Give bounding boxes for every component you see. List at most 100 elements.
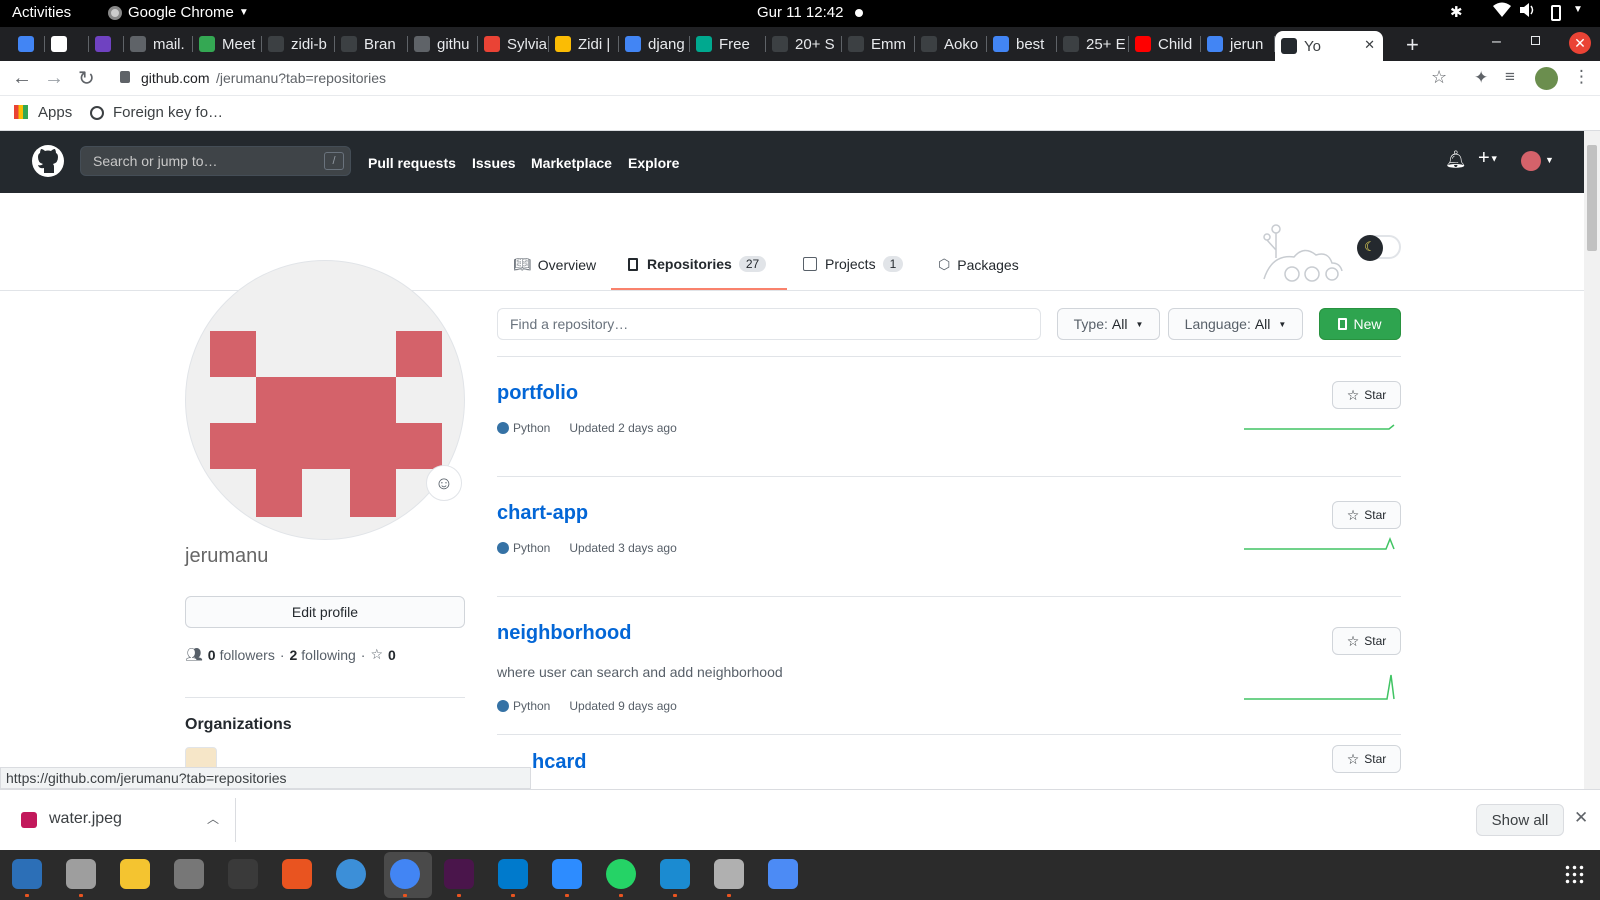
browser-tab[interactable]: djang <box>619 30 690 58</box>
volume-icon[interactable] <box>1520 3 1536 21</box>
nav-explore[interactable]: Explore <box>628 155 679 171</box>
system-menu-chevron-icon[interactable]: ▼ <box>1573 4 1583 15</box>
browser-tab[interactable]: zidi-b <box>262 30 335 58</box>
chrome-dock-icon[interactable] <box>390 859 420 889</box>
tab-overview[interactable]: 📖︎ Overview <box>513 256 596 273</box>
terminal-icon[interactable] <box>228 859 258 889</box>
show-applications-grid-icon[interactable] <box>1564 864 1584 884</box>
apps-bookmark[interactable]: Apps <box>38 104 72 121</box>
dark-mode-toggle[interactable]: ☾ <box>1357 235 1401 261</box>
browser-tab[interactable]: Sylvia <box>478 30 549 58</box>
minimize-button[interactable]: – <box>1492 33 1501 51</box>
set-status-smiley-icon[interactable]: ☺ <box>426 465 462 501</box>
thunderbird-icon[interactable] <box>768 859 798 889</box>
app-menu[interactable]: Google Chrome ▼ <box>108 4 249 21</box>
chrome-menu-icon[interactable]: ⋮ <box>1573 67 1590 87</box>
browser-tab[interactable]: Emm <box>842 30 915 58</box>
page-scrollbar[interactable] <box>1584 131 1600 789</box>
activities-button[interactable]: Activities <box>12 4 71 21</box>
star-repository-button[interactable]: ☆ Star <box>1332 627 1401 655</box>
download-filename[interactable]: water.jpeg <box>49 810 122 828</box>
user-menu-chevron-icon[interactable]: ▼ <box>1545 155 1554 165</box>
tab-repositories[interactable]: Repositories 27 <box>628 256 767 272</box>
vscode-icon[interactable] <box>498 859 528 889</box>
browser-tab[interactable]: Free <box>690 30 766 58</box>
language-filter-dropdown[interactable]: Language: All ▼ <box>1168 308 1303 340</box>
browser-tab[interactable]: best <box>987 30 1057 58</box>
repository-name-link[interactable]: hcard <box>532 751 586 774</box>
star-repository-button[interactable]: ☆ Star <box>1332 745 1401 773</box>
notifications-bell-icon[interactable]: 🔔︎ <box>1445 150 1467 170</box>
close-window-button[interactable]: ✕ <box>1569 32 1591 54</box>
address-bar[interactable]: github.com /jerumanu?tab=repositories ☆ <box>106 62 1460 95</box>
browser-tab[interactable]: githu <box>408 30 478 58</box>
software-updater-icon[interactable] <box>174 859 204 889</box>
files-editor-icon[interactable] <box>12 859 42 889</box>
create-new-plus-icon[interactable]: +▼ <box>1478 147 1499 170</box>
browser-tab[interactable]: jerun <box>1201 30 1275 58</box>
file-manager-icon[interactable] <box>66 859 96 889</box>
slack-dock-icon[interactable] <box>444 859 474 889</box>
rhythmbox-icon[interactable] <box>120 859 150 889</box>
browser-tab-active[interactable]: Yo ✕ <box>1275 31 1383 61</box>
following-count[interactable]: 2 <box>290 647 298 663</box>
nav-pull-requests[interactable]: Pull requests <box>368 155 456 171</box>
followers-label[interactable]: followers <box>220 647 275 663</box>
new-tab-button[interactable]: + <box>1406 32 1419 58</box>
repository-name-link[interactable]: chart-app <box>497 502 588 525</box>
browser-tab[interactable]: Aoko <box>915 30 987 58</box>
apps-grid-icon[interactable] <box>14 105 28 119</box>
tab-projects[interactable]: Projects 1 <box>803 256 904 272</box>
star-repository-button[interactable]: ☆ Star <box>1332 501 1401 529</box>
edit-profile-button[interactable]: Edit profile <box>185 596 465 628</box>
github-search-input[interactable]: Search or jump to… / <box>80 146 351 176</box>
bookmark-star-icon[interactable]: ☆ <box>1431 67 1447 88</box>
download-options-chevron-icon[interactable]: ︿ <box>207 810 219 827</box>
repository-name-link[interactable]: neighborhood <box>497 622 631 645</box>
github-logo-icon[interactable] <box>32 145 64 177</box>
browser-tab[interactable]: Child <box>1129 30 1201 58</box>
show-all-downloads-button[interactable]: Show all <box>1476 804 1564 836</box>
whatsapp-icon[interactable] <box>606 859 636 889</box>
nav-issues[interactable]: Issues <box>472 155 516 171</box>
ubuntu-software-icon[interactable] <box>282 859 312 889</box>
extensions-icon[interactable]: ✦ <box>1474 68 1488 88</box>
back-arrow-icon[interactable]: ← <box>12 67 32 90</box>
profile-avatar-icon[interactable] <box>1535 67 1558 90</box>
restore-button[interactable] <box>1531 36 1540 45</box>
reload-icon[interactable]: ↻ <box>78 66 95 91</box>
new-repository-button[interactable]: New <box>1319 308 1401 340</box>
help-icon[interactable] <box>336 859 366 889</box>
scrollbar-thumb[interactable] <box>1587 145 1597 251</box>
battery-icon[interactable] <box>1551 5 1561 21</box>
forward-arrow-icon[interactable]: → <box>44 67 64 90</box>
close-tab-icon[interactable]: ✕ <box>1364 37 1375 53</box>
browser-tab[interactable]: 20+ S <box>766 30 842 58</box>
slack-tray-icon[interactable]: ✱ <box>1450 3 1463 21</box>
find-repository-input[interactable]: Find a repository… <box>497 308 1041 340</box>
browser-tab[interactable] <box>45 30 89 58</box>
browser-tab[interactable]: 25+ E <box>1057 30 1129 58</box>
tab-packages[interactable]: ⬡ Packages <box>938 256 1019 273</box>
browser-tab[interactable] <box>89 30 124 58</box>
type-filter-dropdown[interactable]: Type: All ▼ <box>1057 308 1160 340</box>
image-viewer-icon[interactable] <box>714 859 744 889</box>
foreign-key-bookmark[interactable]: Foreign key fo… <box>113 104 223 121</box>
star-repository-button[interactable]: ☆ Star <box>1332 381 1401 409</box>
media-controls-icon[interactable]: ≡ <box>1505 67 1515 87</box>
browser-tab[interactable]: mail. <box>124 30 193 58</box>
close-downloads-icon[interactable]: ✕ <box>1574 808 1588 828</box>
following-label[interactable]: following <box>301 647 355 663</box>
nav-marketplace[interactable]: Marketplace <box>531 155 612 171</box>
browser-tab[interactable] <box>12 30 45 58</box>
browser-tab[interactable]: Zidi | <box>549 30 619 58</box>
clock[interactable]: Gur 11 12:42 <box>757 4 843 21</box>
profile-avatar[interactable] <box>185 260 465 540</box>
screenshot-icon[interactable] <box>660 859 690 889</box>
stars-count[interactable]: 0 <box>388 647 396 663</box>
repository-name-link[interactable]: portfolio <box>497 382 578 405</box>
zoom-icon[interactable] <box>552 859 582 889</box>
wifi-icon[interactable] <box>1493 2 1511 22</box>
browser-tab[interactable]: Meet <box>193 30 262 58</box>
browser-tab[interactable]: Bran <box>335 30 408 58</box>
